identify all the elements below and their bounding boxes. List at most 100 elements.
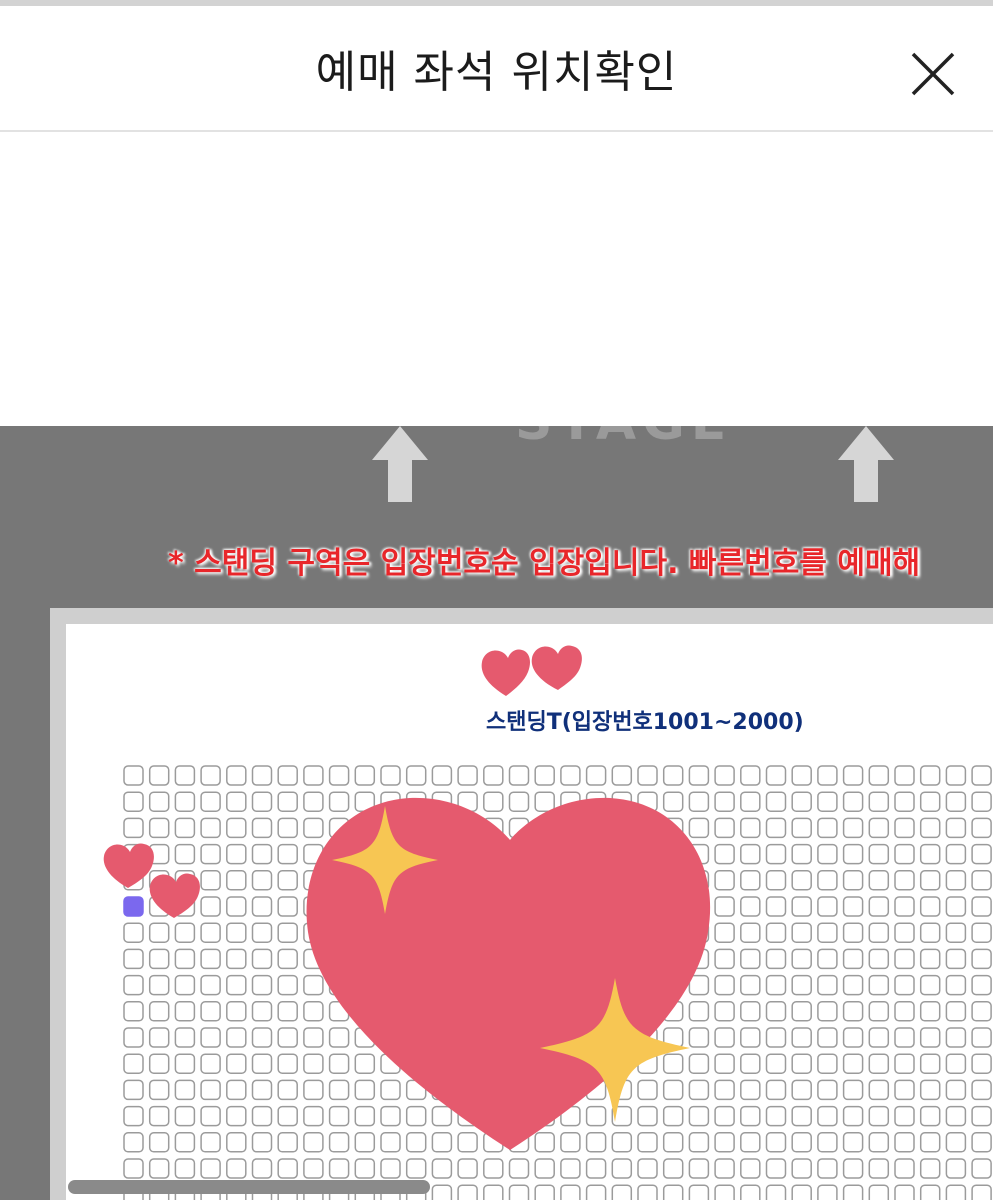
seat[interactable] bbox=[817, 817, 838, 839]
seat[interactable] bbox=[817, 1158, 838, 1179]
seat[interactable] bbox=[123, 948, 144, 970]
seat[interactable] bbox=[662, 765, 684, 786]
seat[interactable] bbox=[123, 1105, 144, 1127]
seat[interactable] bbox=[894, 817, 915, 839]
seat[interactable] bbox=[945, 1053, 967, 1074]
seat[interactable] bbox=[971, 1079, 992, 1101]
seat[interactable] bbox=[817, 922, 838, 943]
seat[interactable] bbox=[817, 1027, 838, 1048]
seat[interactable] bbox=[560, 1184, 581, 1200]
seat[interactable] bbox=[740, 974, 761, 996]
seat[interactable] bbox=[508, 765, 530, 786]
seat[interactable] bbox=[894, 1001, 915, 1022]
seat[interactable] bbox=[714, 1184, 735, 1200]
seat[interactable] bbox=[945, 1132, 967, 1153]
seat[interactable] bbox=[123, 817, 144, 839]
seat[interactable] bbox=[868, 1184, 890, 1200]
seat[interactable] bbox=[277, 1001, 298, 1022]
seat[interactable] bbox=[817, 1184, 838, 1200]
seat[interactable] bbox=[457, 1184, 478, 1200]
seat[interactable] bbox=[123, 974, 144, 996]
seat[interactable] bbox=[251, 974, 273, 996]
seat[interactable] bbox=[971, 791, 992, 812]
seat[interactable] bbox=[894, 843, 915, 865]
seat[interactable] bbox=[226, 1158, 247, 1179]
seat[interactable] bbox=[174, 1158, 196, 1179]
seat[interactable] bbox=[817, 948, 838, 970]
seat[interactable] bbox=[277, 791, 298, 812]
seat[interactable] bbox=[740, 870, 761, 891]
seat[interactable] bbox=[868, 843, 890, 865]
seat[interactable] bbox=[971, 1158, 992, 1179]
seat[interactable] bbox=[174, 1079, 196, 1101]
seat[interactable] bbox=[919, 1027, 941, 1048]
seat[interactable] bbox=[868, 1132, 890, 1153]
seat[interactable] bbox=[174, 948, 196, 970]
seat[interactable] bbox=[894, 1027, 915, 1048]
seat[interactable] bbox=[868, 1079, 890, 1101]
seat[interactable] bbox=[148, 817, 170, 839]
seat[interactable] bbox=[251, 1132, 273, 1153]
seat[interactable] bbox=[791, 1158, 812, 1179]
seat[interactable] bbox=[971, 1001, 992, 1022]
seat[interactable] bbox=[740, 1105, 761, 1127]
seat[interactable] bbox=[277, 1132, 298, 1153]
seat[interactable] bbox=[971, 948, 992, 970]
seat[interactable] bbox=[226, 896, 247, 917]
seat[interactable] bbox=[765, 817, 787, 839]
seat[interactable] bbox=[765, 843, 787, 865]
seat[interactable] bbox=[919, 843, 941, 865]
seat[interactable] bbox=[868, 765, 890, 786]
seat[interactable] bbox=[200, 1158, 221, 1179]
seat[interactable] bbox=[791, 896, 812, 917]
seat[interactable] bbox=[174, 974, 196, 996]
seat[interactable] bbox=[842, 1132, 864, 1153]
seat[interactable] bbox=[842, 1105, 864, 1127]
seat[interactable] bbox=[251, 922, 273, 943]
seat[interactable] bbox=[457, 765, 478, 786]
seat[interactable] bbox=[585, 765, 607, 786]
seat[interactable] bbox=[123, 922, 144, 943]
seat[interactable] bbox=[765, 896, 787, 917]
seat[interactable] bbox=[123, 1158, 144, 1179]
seat[interactable] bbox=[740, 1132, 761, 1153]
seat[interactable] bbox=[945, 1079, 967, 1101]
seat[interactable] bbox=[919, 791, 941, 812]
seat[interactable] bbox=[200, 791, 221, 812]
seat[interactable] bbox=[919, 922, 941, 943]
seat[interactable] bbox=[765, 870, 787, 891]
seat[interactable] bbox=[817, 1079, 838, 1101]
seat[interactable] bbox=[894, 896, 915, 917]
seat[interactable] bbox=[919, 896, 941, 917]
seat[interactable] bbox=[919, 817, 941, 839]
seat[interactable] bbox=[251, 1105, 273, 1127]
seat[interactable] bbox=[148, 765, 170, 786]
seat[interactable] bbox=[945, 870, 967, 891]
seat[interactable] bbox=[817, 896, 838, 917]
seat[interactable] bbox=[842, 922, 864, 943]
seat[interactable] bbox=[740, 896, 761, 917]
seat[interactable] bbox=[226, 948, 247, 970]
seat[interactable] bbox=[251, 948, 273, 970]
seat[interactable] bbox=[971, 765, 992, 786]
seat[interactable] bbox=[894, 765, 915, 786]
seat[interactable] bbox=[791, 817, 812, 839]
seat[interactable] bbox=[277, 974, 298, 996]
seat[interactable] bbox=[200, 1001, 221, 1022]
seat[interactable] bbox=[637, 765, 658, 786]
seat[interactable] bbox=[765, 948, 787, 970]
seat[interactable] bbox=[277, 843, 298, 865]
seat[interactable] bbox=[842, 974, 864, 996]
seat[interactable] bbox=[919, 1001, 941, 1022]
seat[interactable] bbox=[868, 817, 890, 839]
seat[interactable] bbox=[303, 765, 324, 786]
seat[interactable] bbox=[842, 896, 864, 917]
seat[interactable] bbox=[226, 1027, 247, 1048]
seat[interactable] bbox=[148, 1132, 170, 1153]
seat[interactable] bbox=[791, 948, 812, 970]
seat[interactable] bbox=[765, 791, 787, 812]
seat[interactable] bbox=[868, 1001, 890, 1022]
seat[interactable] bbox=[200, 1053, 221, 1074]
seat[interactable] bbox=[842, 1027, 864, 1048]
seat[interactable] bbox=[765, 974, 787, 996]
